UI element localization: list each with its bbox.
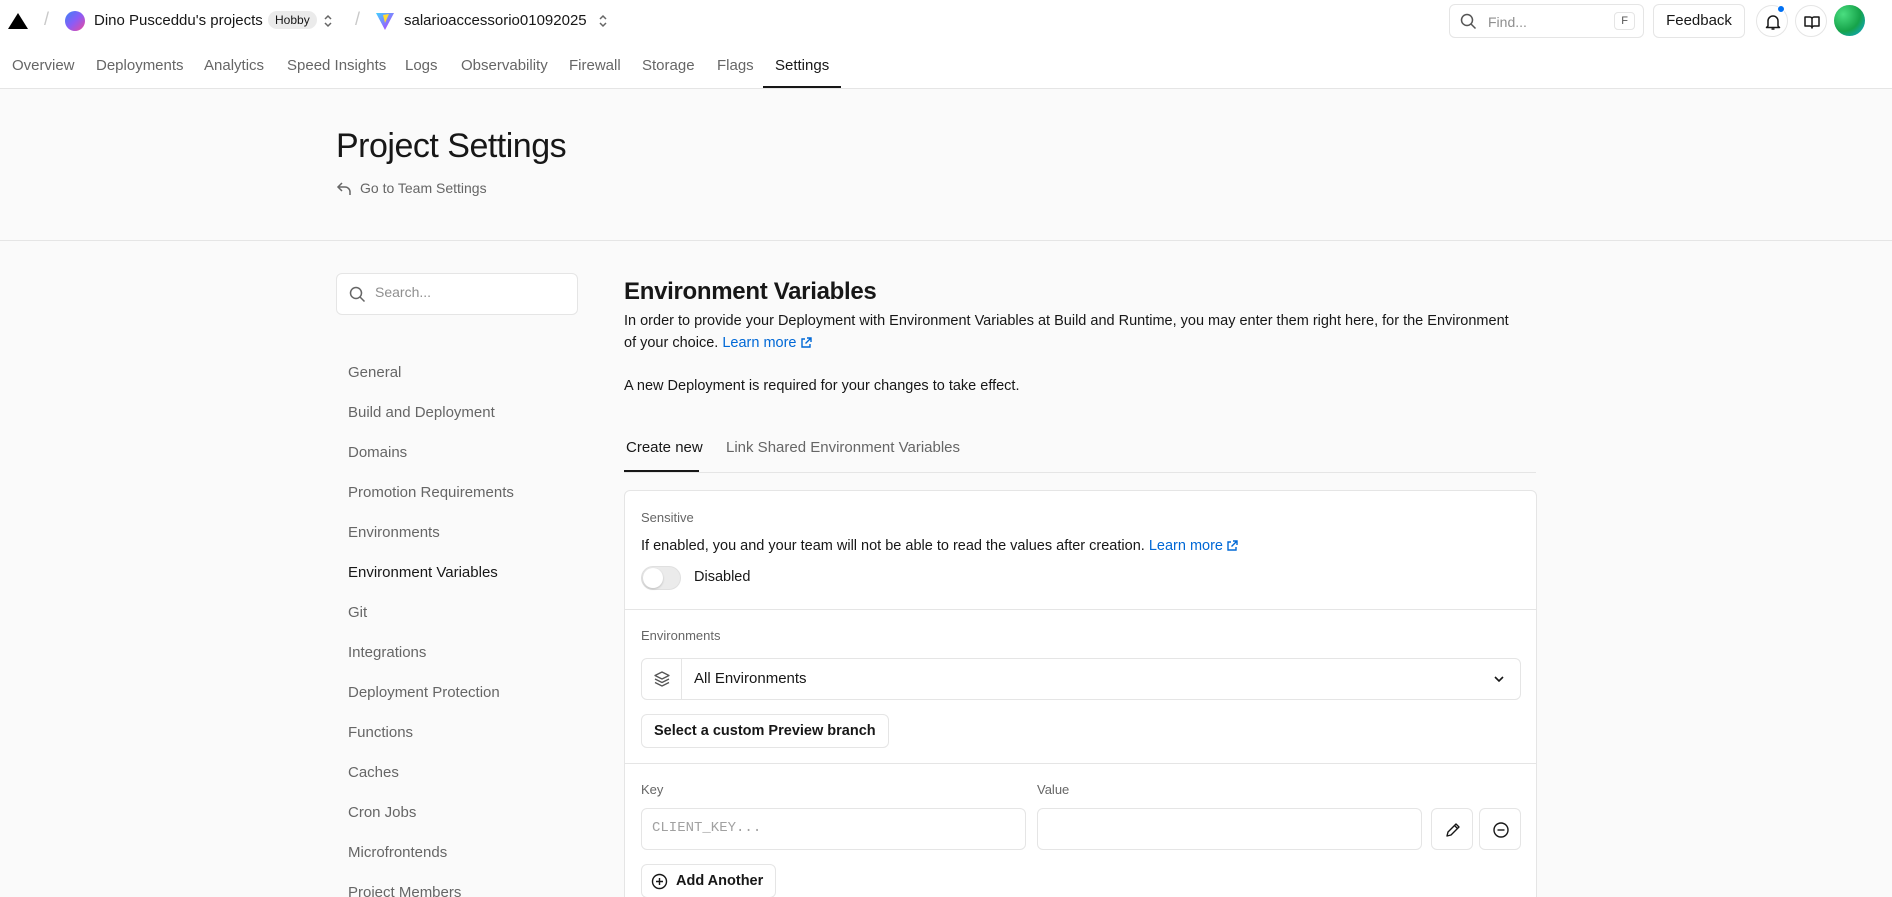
- sidebar-item-git[interactable]: Git: [348, 604, 367, 621]
- search-icon: [1460, 13, 1477, 30]
- tab-analytics[interactable]: Analytics: [204, 57, 264, 74]
- project-name[interactable]: salarioaccessorio01092025: [404, 12, 587, 29]
- sidebar-item-promotion-requirements[interactable]: Promotion Requirements: [348, 484, 514, 501]
- redeploy-note: A new Deployment is required for your ch…: [624, 378, 1020, 394]
- add-another-button[interactable]: Add Another: [641, 864, 777, 897]
- search-icon: [349, 286, 366, 303]
- subtabs-divider: [624, 472, 1536, 473]
- create-env-var-form: Sensitive If enabled, you and your team …: [624, 490, 1537, 897]
- sensitive-label: Sensitive: [641, 510, 694, 525]
- breadcrumb-separator: /: [44, 9, 50, 29]
- tab-flags[interactable]: Flags: [717, 57, 754, 74]
- pencil-icon: [1446, 823, 1460, 837]
- external-link-icon: [1227, 540, 1238, 551]
- plan-badge: Hobby: [268, 11, 317, 29]
- tab-logs[interactable]: Logs: [405, 57, 438, 74]
- team-avatar[interactable]: [65, 11, 85, 31]
- notification-dot: [1777, 5, 1785, 13]
- sidebar-item-general[interactable]: General: [348, 364, 401, 381]
- sidebar-item-integrations[interactable]: Integrations: [348, 644, 426, 661]
- tab-deployments[interactable]: Deployments: [96, 57, 184, 74]
- card-divider: [625, 609, 1536, 610]
- learn-more-label: Learn more: [722, 335, 797, 351]
- tab-overview[interactable]: Overview: [12, 57, 75, 74]
- learn-more-link[interactable]: Learn more: [722, 335, 812, 351]
- active-tab-indicator: [763, 86, 841, 88]
- tab-settings[interactable]: Settings: [775, 57, 829, 74]
- sensitive-learn-more-label: Learn more: [1148, 538, 1223, 554]
- user-avatar[interactable]: [1834, 5, 1865, 36]
- sensitive-toggle[interactable]: [641, 566, 681, 590]
- chevron-down-icon: [1494, 676, 1504, 683]
- project-logo-icon[interactable]: [375, 11, 395, 31]
- top-bar: / Dino Pusceddu's projects Hobby / salar…: [0, 0, 1892, 42]
- sidebar-item-caches[interactable]: Caches: [348, 764, 399, 781]
- tab-storage[interactable]: Storage: [642, 57, 695, 74]
- sidebar-item-cron-jobs[interactable]: Cron Jobs: [348, 804, 416, 821]
- team-switcher-chevron-icon[interactable]: [322, 12, 334, 30]
- active-subtab-indicator: [624, 470, 699, 472]
- page-header: Project Settings Go to Team Settings: [0, 89, 1892, 241]
- environments-select-value: All Environments: [694, 670, 807, 687]
- remove-row-button[interactable]: [1479, 808, 1521, 850]
- card-divider: [625, 763, 1536, 764]
- value-input[interactable]: [1048, 820, 1408, 836]
- find-placeholder: Find...: [1488, 14, 1527, 30]
- project-switcher-chevron-icon[interactable]: [597, 12, 609, 30]
- minus-circle-icon: [1493, 822, 1509, 838]
- breadcrumb-separator: /: [355, 9, 361, 29]
- sensitive-description: If enabled, you and your team will not b…: [641, 538, 1238, 554]
- sidebar-item-deployment-protection[interactable]: Deployment Protection: [348, 684, 500, 701]
- bell-icon: [1765, 15, 1781, 30]
- environments-select[interactable]: All Environments: [641, 658, 1521, 700]
- sidebar-item-environments[interactable]: Environments: [348, 524, 440, 541]
- toggle-knob: [643, 568, 663, 588]
- custom-preview-branch-button[interactable]: Select a custom Preview branch: [641, 714, 889, 748]
- page-title: Project Settings: [336, 127, 567, 165]
- find-input[interactable]: Find... F: [1449, 4, 1644, 38]
- section-title: Environment Variables: [624, 278, 877, 305]
- settings-search-input[interactable]: [375, 284, 565, 300]
- sidebar-item-domains[interactable]: Domains: [348, 444, 407, 461]
- tab-create-new[interactable]: Create new: [626, 439, 703, 456]
- project-tabs: Overview Deployments Analytics Speed Ins…: [0, 42, 1892, 89]
- back-arrow-icon: [336, 182, 351, 195]
- sidebar-item-project-members[interactable]: Project Members: [348, 884, 461, 897]
- tab-link-shared-env-vars[interactable]: Link Shared Environment Variables: [726, 439, 960, 456]
- sensitive-description-text: If enabled, you and your team will not b…: [641, 538, 1145, 554]
- tab-speed-insights[interactable]: Speed Insights: [287, 57, 386, 74]
- team-name[interactable]: Dino Pusceddu's projects: [94, 12, 263, 29]
- tab-observability[interactable]: Observability: [461, 57, 548, 74]
- settings-search[interactable]: [336, 273, 578, 315]
- key-input[interactable]: [652, 820, 1012, 836]
- vercel-logo-icon[interactable]: [8, 13, 28, 29]
- edit-value-button[interactable]: [1431, 808, 1473, 850]
- sidebar-item-microfrontends[interactable]: Microfrontends: [348, 844, 447, 861]
- plus-circle-icon: [651, 873, 668, 890]
- environments-label: Environments: [641, 628, 721, 643]
- sensitive-learn-more-link[interactable]: Learn more: [1149, 538, 1238, 554]
- key-field[interactable]: [641, 808, 1026, 850]
- top-header: / Dino Pusceddu's projects Hobby / salar…: [0, 0, 1892, 89]
- team-settings-link-label: Go to Team Settings: [360, 180, 487, 196]
- key-label: Key: [641, 782, 664, 797]
- feedback-button[interactable]: Feedback: [1653, 4, 1745, 38]
- value-label: Value: [1037, 782, 1070, 797]
- add-another-label: Add Another: [676, 873, 764, 889]
- layers-icon: [654, 671, 670, 687]
- book-icon: [1804, 16, 1820, 29]
- environments-select-lead: [642, 659, 682, 699]
- sidebar-item-environment-variables[interactable]: Environment Variables: [348, 564, 498, 581]
- section-description: In order to provide your Deployment with…: [624, 310, 1524, 354]
- sidebar-item-build-and-deployment[interactable]: Build and Deployment: [348, 404, 495, 421]
- docs-button[interactable]: [1795, 5, 1827, 37]
- sidebar-item-functions[interactable]: Functions: [348, 724, 413, 741]
- find-shortcut-key: F: [1614, 12, 1635, 30]
- tab-firewall[interactable]: Firewall: [569, 57, 621, 74]
- sensitive-toggle-state: Disabled: [694, 569, 751, 585]
- value-field[interactable]: [1037, 808, 1422, 850]
- external-link-icon: [800, 337, 812, 348]
